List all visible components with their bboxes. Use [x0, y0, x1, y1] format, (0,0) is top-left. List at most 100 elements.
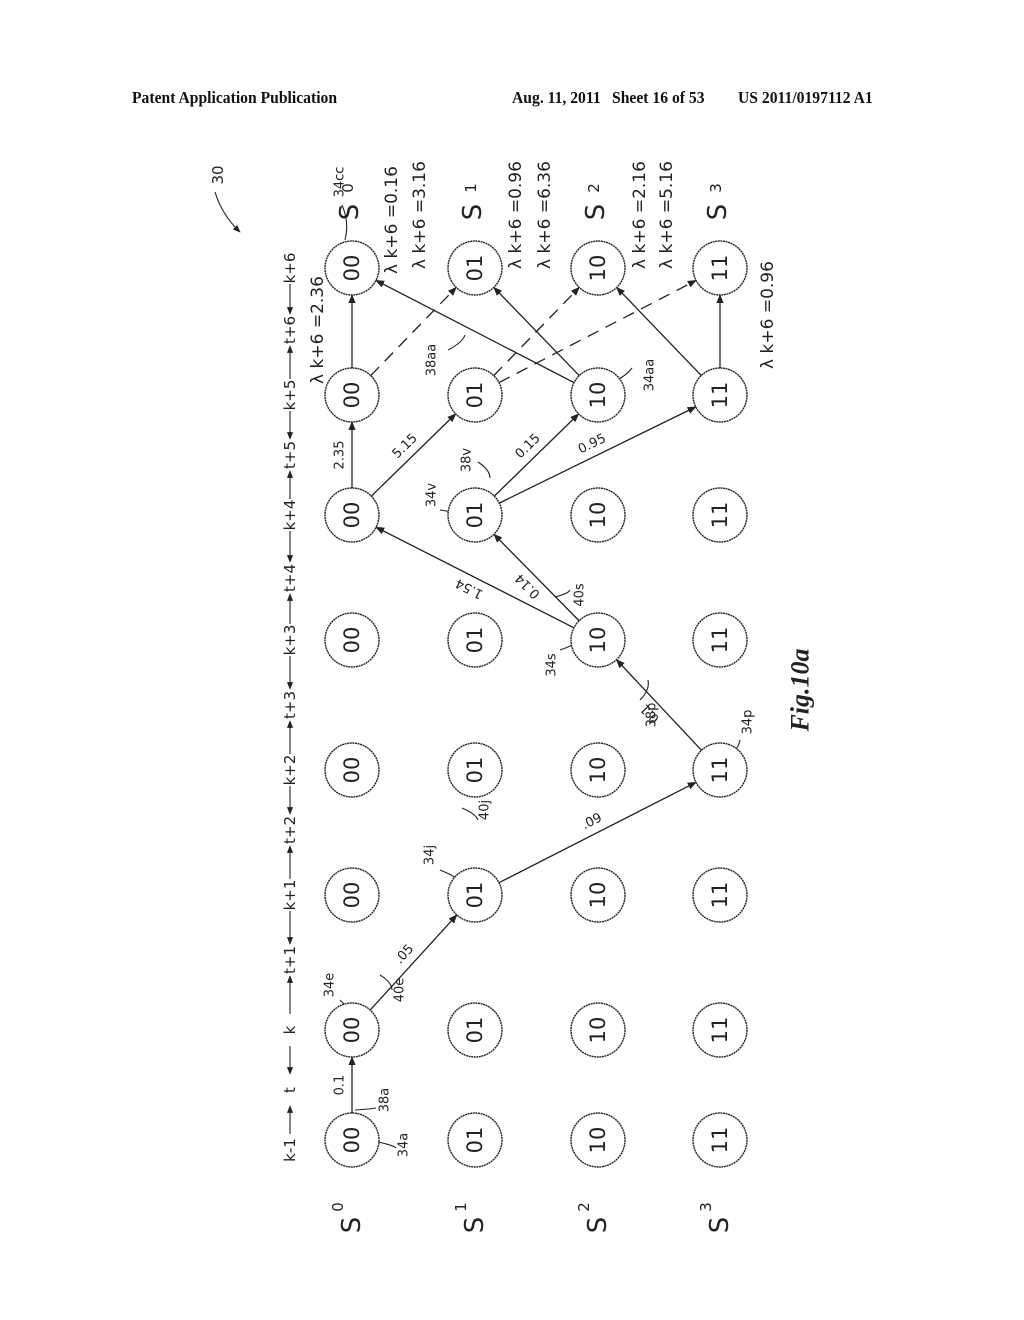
- transition-edge: [493, 533, 580, 622]
- reference-leader-line: [447, 334, 466, 351]
- trellis-node: 10: [570, 612, 626, 668]
- trellis-diagram: 00 01 10 1100 01 10 1100 01 10 1100 01 10 1100 01 10 11…: [209, 161, 815, 1233]
- trellis-node: 00: [324, 240, 380, 296]
- trellis-node: 00: [324, 487, 380, 543]
- reference-numeral: 38p: [645, 703, 660, 728]
- trellis-node: 10: [570, 1112, 626, 1168]
- branch-metric-label: 0.14: [512, 570, 543, 601]
- state-subscript: 1: [452, 1202, 470, 1212]
- trellis-node: 11: [692, 867, 748, 923]
- node-state-label: 10: [586, 882, 610, 909]
- node-state-label: 10: [586, 757, 610, 784]
- reference-numeral: 38v: [460, 448, 475, 473]
- transition-edge: [369, 914, 458, 1011]
- trellis-node: 01: [447, 367, 503, 423]
- node-state-label: 00: [340, 882, 364, 909]
- node-state-label: 11: [708, 627, 732, 654]
- state-row-label: S3: [697, 1202, 735, 1233]
- node-state-label: 10: [586, 1017, 610, 1044]
- lambda-metric-label: λ k+6 =0.16: [382, 166, 402, 274]
- trellis-node: 01: [447, 867, 503, 923]
- figure-reference-numeral: 30: [209, 165, 227, 184]
- state-label: S: [583, 1217, 613, 1234]
- trellis-node: 11: [692, 612, 748, 668]
- lambda-metric-label: λ k+6 =0.96: [758, 261, 778, 369]
- state-row-label: S0: [329, 1202, 367, 1233]
- trellis-node: 11: [692, 487, 748, 543]
- node-state-label: 01: [463, 502, 487, 529]
- reference-numeral: 34p: [741, 710, 756, 735]
- time-axis-label: t+5: [281, 441, 299, 469]
- lambda-metric-label: λ k+6 =2.36: [308, 276, 328, 384]
- reference-numeral: 34s: [545, 653, 560, 677]
- trellis-node: 00: [324, 612, 380, 668]
- transition-edge: [370, 413, 457, 497]
- trellis-node: 01: [447, 742, 503, 798]
- node-state-label: 01: [463, 882, 487, 909]
- final-state-label: S: [703, 204, 733, 221]
- trellis-node: 10: [570, 487, 626, 543]
- branch-metric-label: 5.15: [390, 431, 421, 462]
- node-state-label: 11: [708, 255, 732, 282]
- figure-reference-arrow: [214, 191, 241, 233]
- trellis-node: 10: [570, 367, 626, 423]
- transition-edge: [375, 279, 575, 384]
- node-state-label: 01: [463, 1017, 487, 1044]
- state-row-label: S1: [452, 1202, 490, 1233]
- trellis-node: 00: [324, 867, 380, 923]
- node-state-label: 11: [708, 757, 732, 784]
- trellis-node: 10: [570, 240, 626, 296]
- figure-caption: Fig.10a: [786, 648, 815, 732]
- reference-numeral: 34v: [425, 483, 440, 508]
- trellis-node: 11: [692, 240, 748, 296]
- time-axis-label: t+4: [281, 564, 299, 592]
- trellis-node: 00: [324, 1112, 380, 1168]
- time-axis-label: k+4: [281, 500, 299, 531]
- reference-numeral: 38a: [378, 1088, 393, 1113]
- final-state-label: S: [458, 204, 488, 221]
- state-label: S: [460, 1217, 490, 1234]
- time-axis-label: k+1: [281, 880, 299, 911]
- lambda-metric-label: λ k+6 =5.16: [657, 161, 677, 269]
- time-axis-label: k+2: [281, 755, 299, 786]
- final-state-label: S: [581, 204, 611, 221]
- branch-metric-label: .09: [579, 810, 604, 833]
- time-axis-label: k+6: [281, 253, 299, 284]
- time-axis-label: t+3: [281, 691, 299, 719]
- labels-layer: 0.1.05.090.11.54 0.142.35 5.15 0.15 0.95k-1t…: [209, 161, 815, 1233]
- node-state-label: 00: [340, 382, 364, 409]
- trellis-node: 00: [324, 367, 380, 423]
- node-state-label: 11: [708, 1127, 732, 1154]
- node-state-label: 11: [708, 1017, 732, 1044]
- state-subscript: 0: [329, 1202, 347, 1212]
- node-state-label: 01: [463, 757, 487, 784]
- time-axis-label: t+1: [281, 946, 299, 974]
- state-label: S: [705, 1217, 735, 1234]
- node-state-label: 00: [340, 255, 364, 282]
- node-state-label: 00: [340, 502, 364, 529]
- nodes-layer: 00 01 10 11 00 01 10 11 00 01 10 11 00 01 10 11 00 01 10 11…: [324, 240, 748, 1168]
- reference-leader-line: [554, 589, 571, 598]
- transition-edge: [370, 286, 457, 377]
- node-state-label: 10: [586, 382, 610, 409]
- time-axis-label: t: [281, 1087, 299, 1093]
- reference-numeral: 34j: [423, 845, 438, 865]
- branch-metric-label: 0.15: [513, 431, 544, 462]
- reference-numeral: 40s: [573, 583, 588, 607]
- trellis-node: 11: [692, 1112, 748, 1168]
- reference-leader-line: [461, 807, 479, 821]
- time-axis-label: k+3: [281, 625, 299, 656]
- reference-leader-line: [377, 1141, 397, 1149]
- branch-metric-label: 0.1: [333, 1075, 348, 1096]
- node-state-label: 01: [463, 627, 487, 654]
- final-state-subscript: 1: [462, 183, 480, 193]
- node-state-label: 00: [340, 627, 364, 654]
- time-axis-label: k+5: [281, 380, 299, 411]
- trellis-node: 11: [692, 1002, 748, 1058]
- reference-numeral: 34e: [323, 973, 338, 998]
- transition-edge: [498, 279, 697, 384]
- trellis-node: 01: [447, 1002, 503, 1058]
- final-state-subscript: 3: [707, 183, 725, 193]
- trellis-node: 11: [692, 742, 748, 798]
- branch-metric-label: 2.35: [333, 441, 348, 470]
